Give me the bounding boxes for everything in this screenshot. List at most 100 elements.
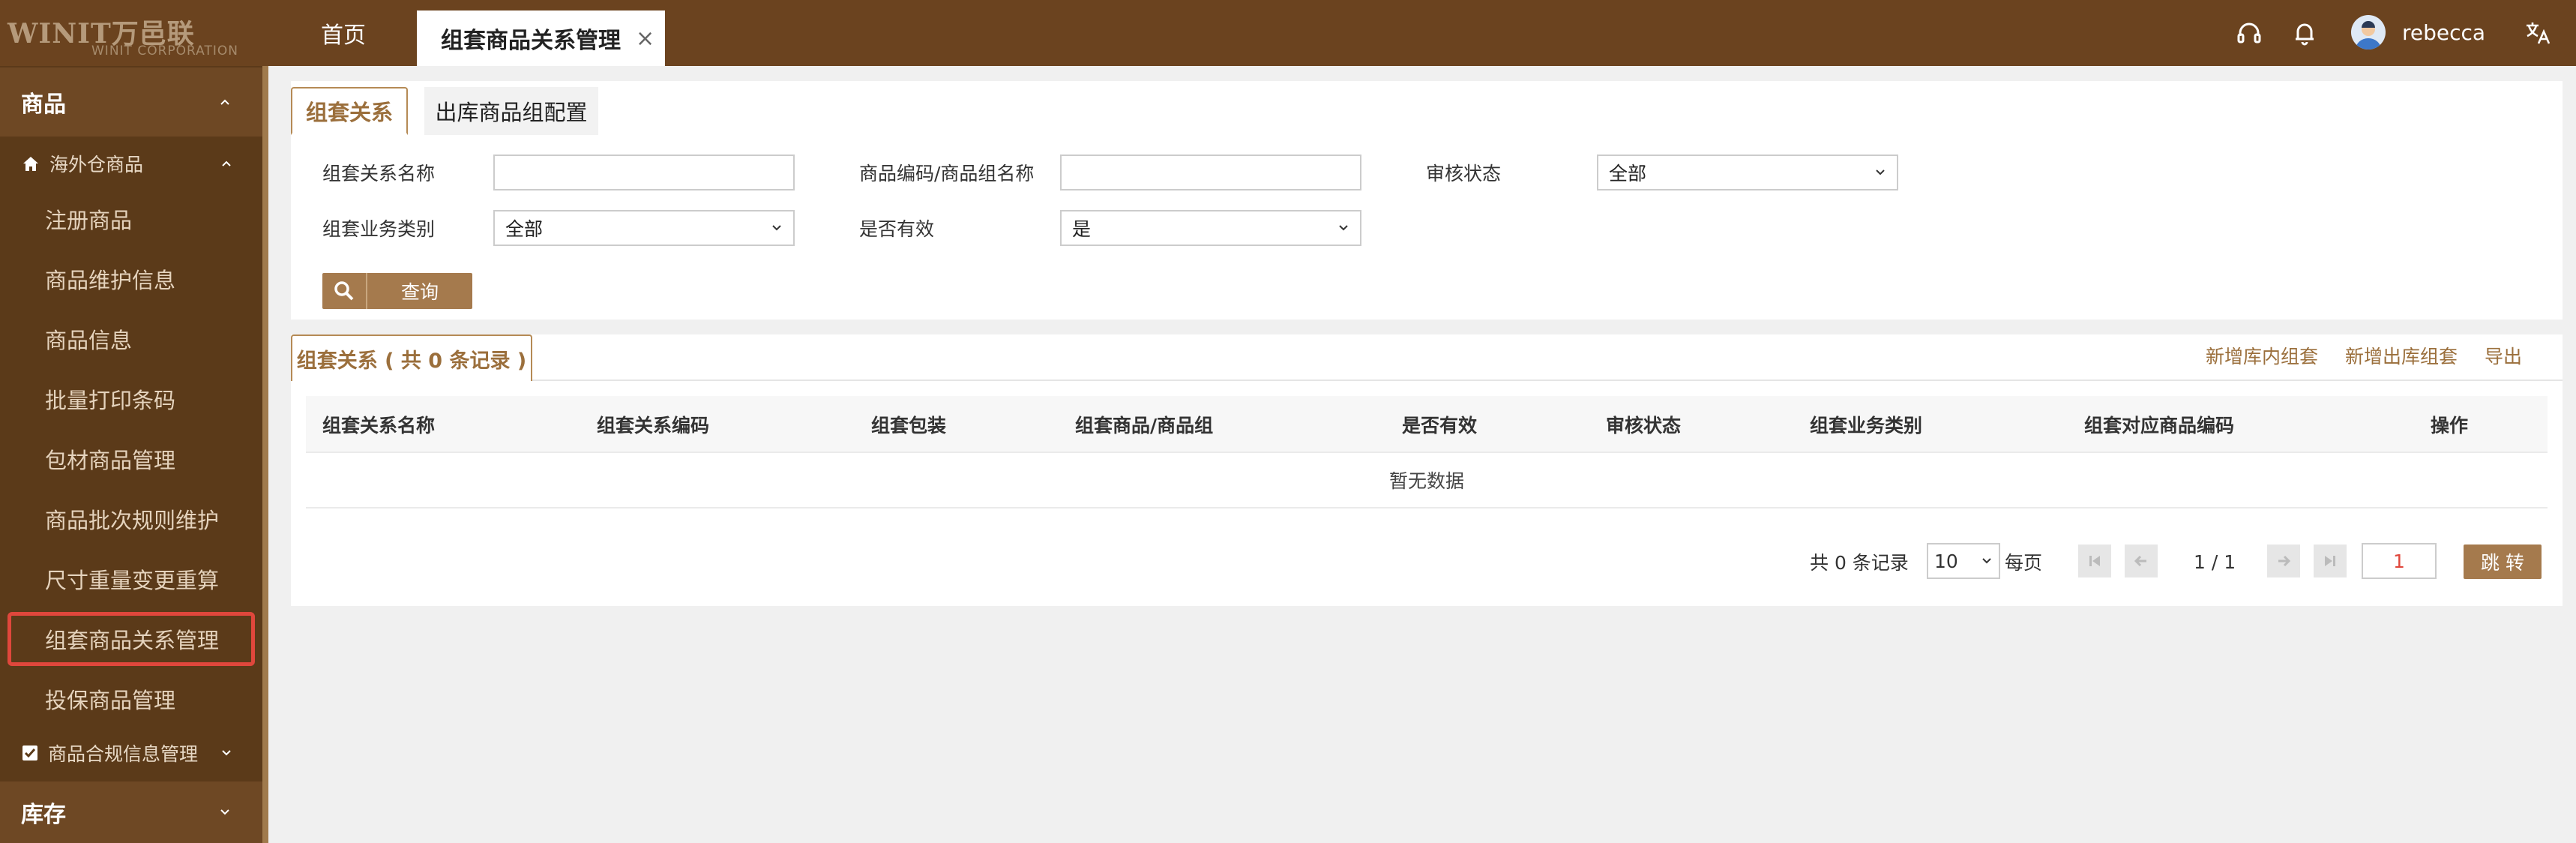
- sidebar-item-label: 包材商品管理: [45, 448, 176, 473]
- sidebar-group-label: 商品: [21, 92, 66, 118]
- biz-type-select[interactable]: 全部: [493, 210, 795, 246]
- sidebar-scrollbar[interactable]: [262, 66, 268, 843]
- close-icon[interactable]: ×: [636, 26, 654, 52]
- arrow-right-icon: [2278, 555, 2291, 567]
- code-input[interactable]: [1060, 154, 1361, 190]
- prev-page-button[interactable]: [2125, 544, 2158, 578]
- subtab-outbound-group[interactable]: 出库商品组配置: [424, 87, 598, 135]
- sidebar-item-maintain[interactable]: 商品维护信息: [0, 249, 262, 309]
- tab-bundle-relation-label: 组套商品关系管理: [441, 28, 621, 54]
- chevron-down-icon: [222, 750, 231, 756]
- arrow-left-icon: [2134, 555, 2146, 567]
- export-link[interactable]: 导出: [2485, 342, 2522, 369]
- sidebar-sub-label: 商品合规信息管理: [48, 743, 199, 765]
- add-outbound-bundle-link[interactable]: 新增出库组套: [2345, 342, 2458, 369]
- code-label: 商品编码/商品组名称: [859, 163, 1035, 184]
- avatar: [2351, 15, 2386, 50]
- audit-status-label: 审核状态: [1426, 163, 1502, 184]
- chevron-up-icon: [222, 160, 231, 166]
- sidebar-group-inventory[interactable]: 库存: [0, 782, 262, 843]
- valid-value: 是: [1072, 218, 1092, 240]
- audit-status-select[interactable]: 全部: [1597, 154, 1898, 190]
- tab-home-label: 首页: [321, 22, 366, 49]
- column-header: 组套关系编码: [597, 415, 710, 436]
- divider: [291, 380, 2563, 381]
- top-header: WINIT万邑联 WINIT CORPORATION 首页 组套商品关系管理 ×…: [0, 0, 2576, 66]
- subtab-label: 出库商品组配置: [435, 100, 588, 125]
- sidebar-sub-compliance[interactable]: 商品合规信息管理: [0, 728, 262, 778]
- last-page-button[interactable]: [2314, 544, 2347, 578]
- valid-select[interactable]: 是: [1060, 210, 1361, 246]
- bundle-table: 组套关系名称 组套关系编码 组套包装 组套商品/商品组 是否有效 审核状态 组套…: [306, 396, 2548, 508]
- search-icon: [322, 273, 367, 309]
- filter-panel: 组套关系 出库商品组配置 组套关系名称 商品编码/商品组名称 审核状态 全部 组…: [291, 81, 2563, 320]
- user-menu[interactable]: rebecca: [2351, 14, 2485, 51]
- sidebar-item-packaging[interactable]: 包材商品管理: [0, 429, 262, 489]
- sidebar-item-label: 组套商品关系管理: [45, 628, 220, 653]
- biz-type-label: 组套业务类别: [322, 218, 436, 240]
- jump-button[interactable]: 跳 转: [2464, 544, 2542, 579]
- column-header: 是否有效: [1402, 415, 1478, 436]
- sidebar-item-info[interactable]: 商品信息: [0, 309, 262, 369]
- chevron-down-icon: [1339, 225, 1348, 231]
- logo-subtitle: WINIT CORPORATION: [91, 44, 238, 58]
- jump-page-input[interactable]: 1: [2362, 543, 2437, 579]
- list-panel: 组套关系 ( 共 0 条记录 ) 新增库内组套 新增出库组套 导出 组套关系名称…: [291, 334, 2563, 606]
- name-label: 组套关系名称: [322, 163, 436, 184]
- per-page-label: 每页: [2005, 552, 2043, 574]
- tab-bundle-relation[interactable]: 组套商品关系管理 ×: [417, 10, 665, 66]
- sidebar-item-batch-rules[interactable]: 商品批次规则维护: [0, 489, 262, 549]
- chevron-down-icon: [220, 809, 229, 815]
- page-info: 1 / 1: [2194, 550, 2236, 573]
- column-header: 操作: [2431, 415, 2469, 436]
- column-header: 组套关系名称: [322, 415, 436, 436]
- sidebar-item-weight-recalc[interactable]: 尺寸重量变更重算: [0, 549, 262, 609]
- sidebar-sub-overseas[interactable]: 海外仓商品: [0, 136, 262, 190]
- next-page-button[interactable]: [2267, 544, 2300, 578]
- sidebar-item-label: 商品批次规则维护: [45, 508, 220, 533]
- chevron-down-icon: [1982, 558, 1991, 564]
- valid-label: 是否有效: [859, 218, 935, 240]
- subtab-bundle-relation[interactable]: 组套关系: [291, 87, 408, 135]
- brand-logo[interactable]: WINIT万邑联 WINIT CORPORATION: [7, 12, 247, 58]
- list-title: 组套关系 ( 共 0 条记录 ): [291, 334, 532, 381]
- query-button[interactable]: 查询: [322, 273, 472, 309]
- add-inbound-bundle-link[interactable]: 新增库内组套: [2206, 342, 2318, 369]
- column-header: 组套业务类别: [1810, 415, 1923, 436]
- page-size-select[interactable]: 10: [1927, 543, 2000, 579]
- home-icon: [23, 157, 38, 171]
- sidebar-item-label: 尺寸重量变更重算: [45, 568, 220, 593]
- sidebar-item-label: 注册商品: [45, 208, 133, 233]
- last-page-icon: [2325, 556, 2335, 566]
- sidebar-group-label: 库存: [21, 802, 66, 828]
- user-name: rebecca: [2402, 20, 2486, 45]
- translate-icon[interactable]: [2521, 16, 2554, 50]
- name-input[interactable]: [493, 154, 795, 190]
- sidebar-item-register[interactable]: 注册商品: [0, 189, 262, 249]
- empty-row: 暂无数据: [306, 453, 2548, 508]
- pagination: 共 0 条记录 10 每页 1 / 1 1 跳 转: [291, 542, 2563, 582]
- audit-status-value: 全部: [1609, 163, 1647, 184]
- biz-type-value: 全部: [505, 218, 544, 240]
- column-header: 审核状态: [1606, 415, 1682, 436]
- page-size-value: 10: [1934, 550, 1958, 572]
- chevron-up-icon: [220, 99, 229, 105]
- tab-home[interactable]: 首页: [321, 0, 366, 66]
- total-records: 共 0 条记录: [1810, 552, 1909, 574]
- column-header: 组套对应商品编码: [2084, 415, 2235, 436]
- first-page-button[interactable]: [2078, 544, 2111, 578]
- sidebar-item-label: 批量打印条码: [45, 388, 176, 413]
- bell-icon[interactable]: [2288, 16, 2321, 50]
- first-page-icon: [2089, 556, 2100, 566]
- sidebar-item-bundle-relation[interactable]: 组套商品关系管理: [7, 612, 255, 666]
- subtab-label: 组套关系: [305, 99, 393, 125]
- chevron-down-icon: [1876, 170, 1885, 176]
- sidebar-item-insured[interactable]: 投保商品管理: [0, 669, 262, 729]
- column-header: 组套包装: [871, 415, 947, 436]
- sidebar-sub-label: 海外仓商品: [49, 154, 144, 176]
- column-header: 组套商品/商品组: [1075, 415, 1214, 436]
- sidebar-item-print-barcode[interactable]: 批量打印条码: [0, 369, 262, 429]
- headset-icon[interactable]: [2233, 16, 2266, 50]
- query-label: 查询: [400, 281, 439, 303]
- sidebar-group-goods[interactable]: 商品: [0, 68, 262, 136]
